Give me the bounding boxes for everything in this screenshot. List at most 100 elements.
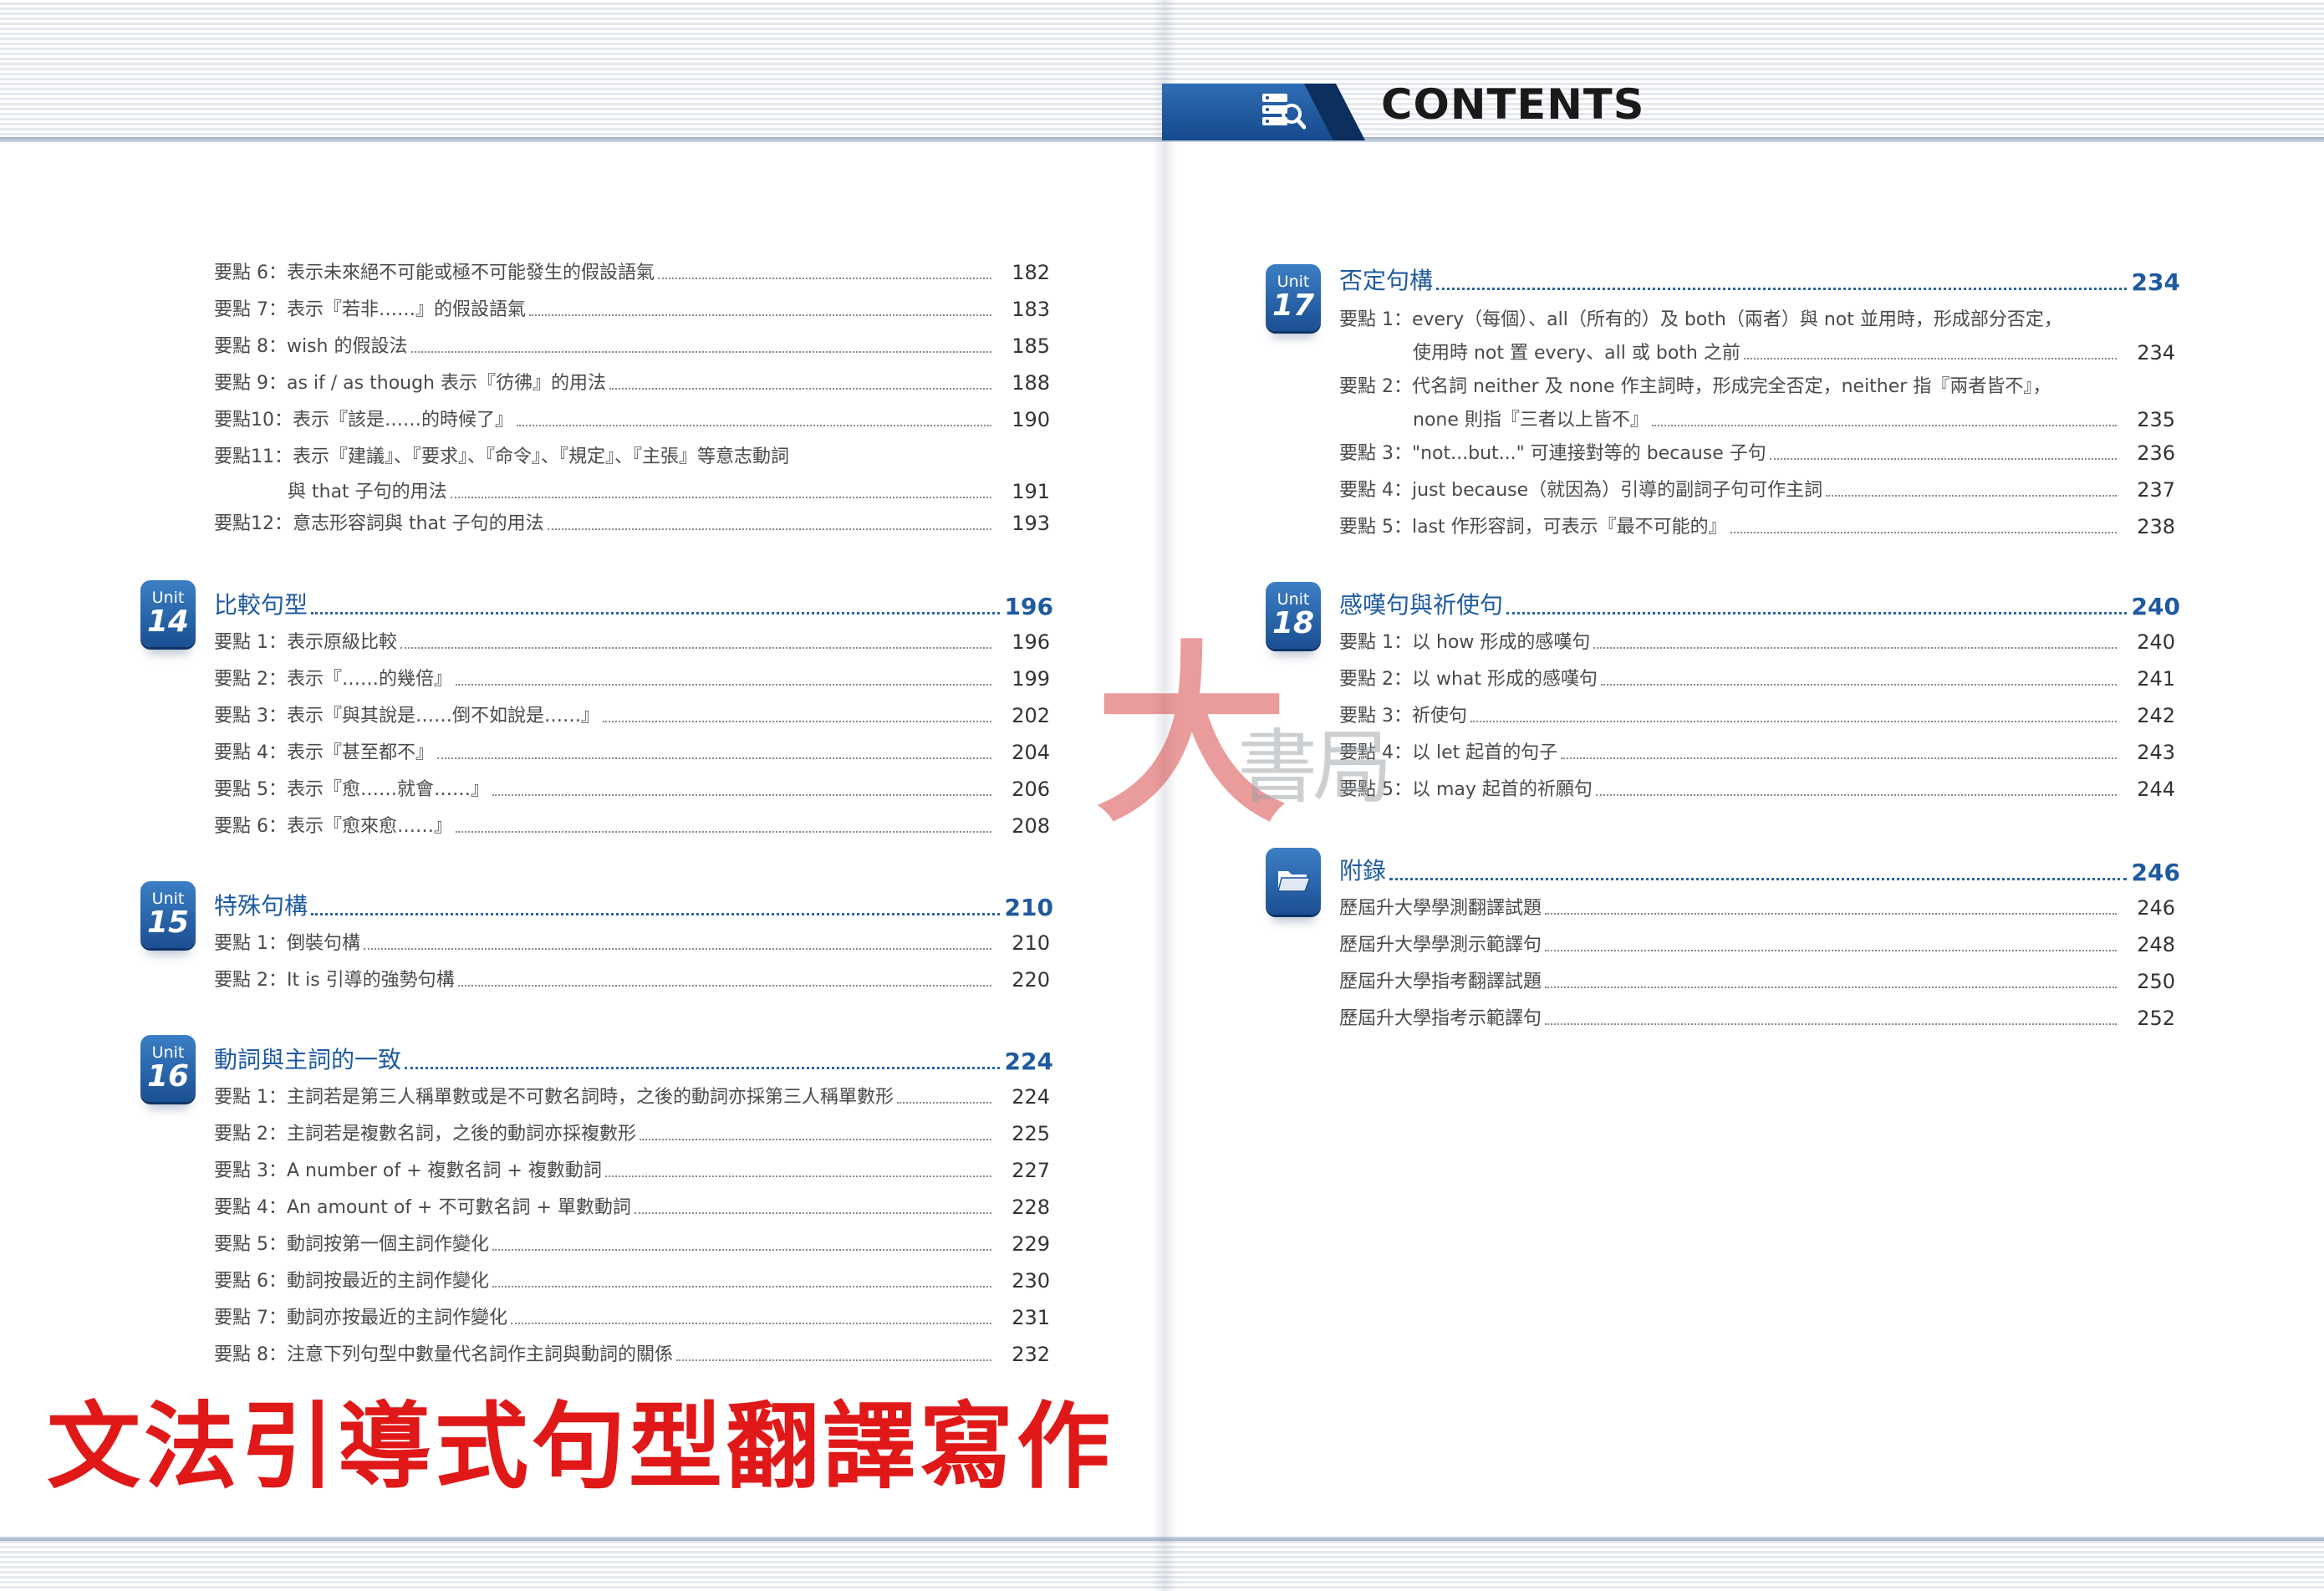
- toc-row[interactable]: 歷屆升大學指考示範譯句 252: [1339, 1005, 2175, 1030]
- toc-row[interactable]: 要點 4：以 let 起首的句子 243: [1339, 739, 2175, 764]
- toc-row-page: 232: [1012, 1343, 1050, 1366]
- toc-row[interactable]: 要點 5：表示『愈……就會……』 206: [214, 776, 1050, 801]
- toc-row-label[interactable]: 要點 1：every（每個）、all（所有的）及 both（兩者）與 not 並…: [1339, 304, 2062, 331]
- unit-title: 否定句構: [1339, 267, 1434, 294]
- toc-row[interactable]: 使用時 not 置 every、all 或 both 之前 234: [1413, 339, 2175, 365]
- toc-row[interactable]: 要點 3："not...but..." 可連接對等的 because 子句 23…: [1339, 440, 2175, 465]
- toc-row-label[interactable]: 要點11：表示『建議』、『要求』、『命令』、『規定』、『主張』等意志動詞: [214, 441, 789, 468]
- toc-row-page: 185: [1012, 334, 1050, 358]
- toc-row[interactable]: 要點 7：動詞亦按最近的主詞作變化 231: [214, 1304, 1050, 1329]
- toc-row-label: none 則指『三者以上皆不』: [1413, 410, 1649, 431]
- leader-dots: [1593, 647, 2117, 649]
- toc-row-page: 202: [1012, 704, 1050, 727]
- leader-dots: [405, 1067, 1000, 1069]
- toc-row-label: 要點 2：表示『……的幾倍』: [214, 669, 452, 690]
- unit-heading[interactable]: 動詞與主詞的一致 224: [214, 1045, 1053, 1075]
- toc-row[interactable]: 要點 1：表示原級比較 196: [214, 629, 1050, 654]
- server-search-icon: [1262, 94, 1306, 130]
- toc-row[interactable]: 要點12：意志形容詞與 that 子句的用法 193: [214, 510, 1050, 535]
- toc-row[interactable]: 歷屆升大學指考翻譯試題 250: [1339, 968, 2175, 993]
- toc-row[interactable]: 要點 3：A number of + 複數名詞 + 複數動詞 227: [214, 1157, 1050, 1182]
- leader-dots: [658, 278, 991, 279]
- toc-row[interactable]: 要點 2：表示『……的幾倍』 199: [214, 665, 1050, 691]
- watermark-text: 書局: [1237, 721, 1393, 814]
- unit-heading[interactable]: 附錄 246: [1339, 856, 2180, 886]
- toc-row-page: 237: [2137, 478, 2175, 502]
- leader-dots: [517, 425, 991, 426]
- leader-dots: [1470, 721, 2117, 722]
- unit-page: 210: [1004, 894, 1053, 921]
- leader-dots: [1826, 495, 2117, 497]
- toc-row-page: 244: [2137, 778, 2175, 801]
- toc-row-label: 要點 7：表示『若非……』的假設語氣: [214, 299, 526, 320]
- leader-dots: [1651, 425, 2117, 426]
- toc-row-label[interactable]: 要點 2：代名詞 neither 及 none 作主詞時，形成完全否定，neit…: [1339, 371, 2051, 398]
- toc-row-page: 248: [2137, 933, 2175, 956]
- toc-row-label: 要點 4：just because（就因為）引導的副詞子句可作主詞: [1339, 480, 1823, 501]
- toc-row[interactable]: 要點 5：以 may 起首的祈願句 244: [1339, 776, 2175, 801]
- toc-row[interactable]: 要點 3：祈使句 242: [1339, 702, 2175, 727]
- toc-row-page: 241: [2137, 667, 2175, 691]
- toc-row[interactable]: 歷屆升大學學測示範譯句 248: [1339, 931, 2175, 956]
- unit-number: 17: [1272, 288, 1315, 323]
- toc-row-label: 要點 1：主詞若是第三人稱單數或是不可數名詞時，之後的動詞亦採第三人稱單數形: [214, 1087, 894, 1108]
- toc-row[interactable]: 要點 5：動詞按第一個主詞作變化 229: [214, 1231, 1050, 1256]
- leader-dots: [511, 1323, 991, 1324]
- toc-row[interactable]: 要點 7：表示『若非……』的假設語氣 183: [214, 296, 1050, 321]
- toc-row[interactable]: 要點 6：動詞按最近的主詞作變化 230: [214, 1267, 1050, 1293]
- leader-dots: [311, 612, 1000, 614]
- unit-15-badge: Unit 15: [140, 881, 196, 948]
- toc-row[interactable]: 要點 1：倒裝句構 210: [214, 930, 1050, 955]
- toc-row[interactable]: none 則指『三者以上皆不』 235: [1413, 406, 2175, 431]
- toc-row[interactable]: 要點 8：wish 的假設法 185: [214, 333, 1050, 358]
- toc-row[interactable]: 要點 8：注意下列句型中數量代名詞作主詞與動詞的關係 232: [214, 1341, 1050, 1366]
- toc-row-label: 要點 5：表示『愈……就會……』: [214, 779, 489, 800]
- toc-row[interactable]: 與 that 子句的用法 191: [288, 478, 1050, 503]
- unit-number: 14: [146, 604, 190, 639]
- page-title: CONTENTS: [1381, 80, 1645, 129]
- toc-row[interactable]: 要點 2：It is 引導的強勢句構 220: [214, 966, 1050, 992]
- toc-row[interactable]: 要點 9：as if / as though 表示『彷彿』的用法 188: [214, 370, 1050, 395]
- toc-row[interactable]: 歷屆升大學學測翻譯試題 246: [1339, 895, 2175, 920]
- unit-heading[interactable]: 比較句型 196: [214, 590, 1053, 620]
- toc-row-page: 196: [1012, 630, 1050, 654]
- toc-row-page: 191: [1012, 480, 1050, 503]
- unit-number: 15: [146, 905, 190, 940]
- toc-row[interactable]: 要點 1：主詞若是第三人稱單數或是不可數名詞時，之後的動詞亦採第三人稱單數形 2…: [214, 1084, 1050, 1109]
- toc-row[interactable]: 要點 4：表示『甚至都不』 204: [214, 739, 1050, 764]
- toc-row-page: 210: [1012, 931, 1050, 955]
- toc-row[interactable]: 要點 2：以 what 形成的感嘆句 241: [1339, 665, 2175, 691]
- toc-row-page: 183: [1012, 298, 1050, 321]
- toc-row-page: 252: [2137, 1007, 2175, 1030]
- toc-row-label: 歷屆升大學指考翻譯試題: [1339, 971, 1542, 992]
- toc-row-label: 要點 6：表示『愈來愈……』: [214, 816, 452, 837]
- toc-row[interactable]: 要點 4：An amount of + 不可數名詞 + 單數動詞 228: [214, 1194, 1050, 1219]
- leader-dots: [1769, 458, 2117, 460]
- toc-row-page: 224: [1012, 1085, 1050, 1109]
- toc-row[interactable]: 要點 3：表示『與其說是……倒不如說是……』 202: [214, 702, 1050, 727]
- toc-row-label: 要點 9：as if / as though 表示『彷彿』的用法: [214, 373, 606, 394]
- unit-heading[interactable]: 否定句構 234: [1339, 266, 2180, 296]
- toc-row-label: 要點 8：wish 的假設法: [214, 336, 408, 357]
- toc-row[interactable]: 要點10：表示『該是……的時候了』 190: [214, 406, 1050, 431]
- leader-dots: [410, 351, 991, 353]
- toc-row-page: 230: [1012, 1269, 1050, 1293]
- toc-row[interactable]: 要點 6：表示未來絕不可能或極不可能發生的假設語氣 182: [214, 259, 1050, 284]
- toc-row-label: 要點 6：動詞按最近的主詞作變化: [214, 1271, 489, 1292]
- toc-row[interactable]: 要點 2：主詞若是複數名詞，之後的動詞亦採複數形 225: [214, 1120, 1050, 1145]
- toc-row[interactable]: 要點 5：last 作形容詞，可表示『最不可能的』 238: [1339, 513, 2175, 538]
- toc-row-page: 231: [1012, 1306, 1050, 1329]
- toc-row-page: 240: [2137, 630, 2175, 654]
- toc-row[interactable]: 要點 4：just because（就因為）引導的副詞子句可作主詞 237: [1339, 477, 2175, 502]
- toc-row-page: 193: [1012, 512, 1050, 535]
- toc-row[interactable]: 要點 1：以 how 形成的感嘆句 240: [1339, 629, 2175, 654]
- unit-heading[interactable]: 感嘆句與祈使句 240: [1339, 590, 2180, 620]
- unit-number: 18: [1272, 606, 1315, 640]
- leader-dots: [1545, 950, 2117, 951]
- unit-heading[interactable]: 特殊句構 210: [214, 891, 1053, 921]
- toc-row[interactable]: 要點 6：表示『愈來愈……』 208: [214, 813, 1050, 838]
- leader-dots: [1601, 684, 2117, 686]
- leader-dots: [603, 721, 991, 722]
- unit-14-badge: Unit 14: [140, 580, 196, 647]
- leader-dots: [492, 1286, 991, 1288]
